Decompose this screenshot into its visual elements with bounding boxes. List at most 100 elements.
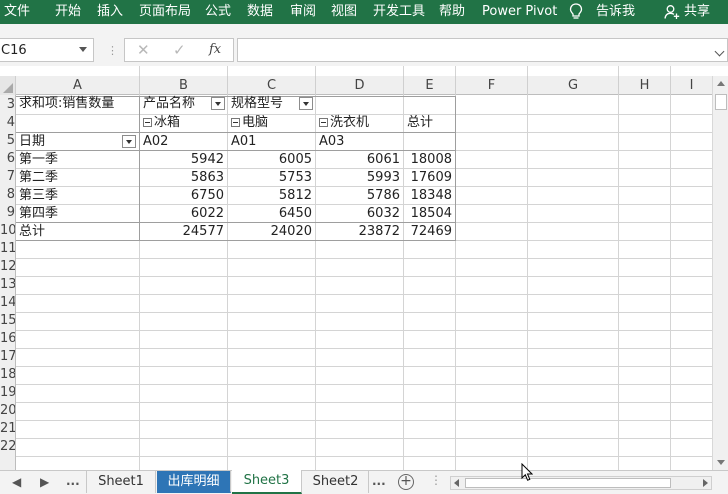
pivot-total-cell[interactable]: 17609 [404, 169, 455, 187]
pivot-grand-total-label[interactable]: 总计 [16, 223, 139, 241]
pivot-code-cell[interactable]: A02 [140, 133, 227, 151]
lightbulb-icon[interactable] [569, 3, 583, 21]
column-header-h[interactable]: H [619, 76, 671, 95]
pivot-grand-total-header[interactable]: 总计 [404, 114, 455, 150]
column-header-d[interactable]: D [316, 76, 404, 95]
pivot-value-field-label[interactable]: 求和项:销售数量 [16, 95, 139, 113]
vertical-scrollbar[interactable] [712, 76, 728, 470]
chevron-down-icon[interactable] [79, 47, 87, 52]
row-header[interactable]: 10 [0, 222, 15, 240]
check-icon[interactable]: ✓ [173, 41, 186, 59]
pivot-column-field-spec[interactable]: 规格型号 [228, 95, 298, 113]
tab-developer[interactable]: 开发工具 [373, 0, 425, 24]
tab-splitter-grip-icon[interactable]: ⋮ [430, 473, 442, 487]
row-header[interactable]: 9 [0, 204, 15, 222]
collapse-icon[interactable] [319, 118, 328, 127]
select-all-corner[interactable] [0, 76, 16, 95]
pivot-column-field-product[interactable]: 产品名称 [140, 95, 210, 113]
prev-sheet-icon[interactable]: ◀ [12, 475, 21, 489]
worksheet-grid[interactable]: A B C D E F G H I 3 4 5 6 7 8 9 10 11 12… [0, 66, 728, 470]
column-header-g[interactable]: G [528, 76, 619, 95]
row-header[interactable]: 14 [0, 294, 15, 312]
pivot-grand-total-cell[interactable]: 72469 [404, 223, 455, 241]
row-header[interactable]: 13 [0, 276, 15, 294]
row-header[interactable]: 21 [0, 420, 15, 438]
scroll-thumb[interactable] [715, 94, 727, 110]
pivot-grand-total-cell[interactable]: 24577 [140, 223, 227, 241]
tab-help[interactable]: 帮助 [439, 0, 465, 24]
row-header[interactable]: 18 [0, 366, 15, 384]
scroll-right-icon[interactable] [703, 479, 708, 487]
collapse-icon[interactable] [143, 118, 152, 127]
horizontal-scrollbar[interactable] [450, 476, 712, 490]
row-header[interactable]: 5 [0, 132, 15, 150]
column-header-c[interactable]: C [228, 76, 316, 95]
pivot-value-cell[interactable]: 6750 [140, 187, 227, 205]
tab-view[interactable]: 视图 [331, 0, 357, 24]
tab-formulas[interactable]: 公式 [205, 0, 231, 24]
filter-dropdown-icon[interactable] [122, 135, 136, 148]
row-header[interactable]: 12 [0, 258, 15, 276]
collapse-icon[interactable] [231, 118, 240, 127]
scroll-left-icon[interactable] [454, 479, 459, 487]
add-sheet-button[interactable]: + [398, 474, 414, 490]
row-header[interactable]: 17 [0, 348, 15, 366]
row-header[interactable]: 3 [0, 96, 15, 114]
tab-insert[interactable]: 插入 [97, 0, 123, 24]
pivot-row-field-date[interactable]: 日期 [16, 133, 121, 151]
column-header-a[interactable]: A [16, 76, 140, 95]
pivot-row-label[interactable]: 第二季 [16, 169, 139, 187]
cancel-icon[interactable]: ✕ [137, 41, 150, 59]
tab-data[interactable]: 数据 [247, 0, 273, 24]
pivot-total-cell[interactable]: 18008 [404, 151, 455, 169]
pivot-row-label[interactable]: 第四季 [16, 205, 139, 223]
scroll-down-icon[interactable] [717, 460, 725, 465]
pivot-product-header[interactable]: 洗衣机 [316, 114, 403, 132]
tab-page-layout[interactable]: 页面布局 [139, 0, 191, 24]
pivot-row-label[interactable]: 第一季 [16, 151, 139, 169]
formula-bar-grip-icon[interactable]: ⋮ [107, 44, 118, 57]
scroll-up-icon[interactable] [717, 81, 725, 86]
row-header[interactable]: 4 [0, 114, 15, 132]
row-header[interactable]: 7 [0, 168, 15, 186]
pivot-product-header[interactable]: 电脑 [228, 114, 315, 132]
sheet-tab-sheet3[interactable]: Sheet3 [232, 470, 302, 494]
tab-home[interactable]: 开始 [55, 0, 81, 24]
pivot-value-cell[interactable]: 5753 [228, 169, 315, 187]
pivot-value-cell[interactable]: 6032 [316, 205, 403, 223]
sheet-tab-outbound-detail[interactable]: 出库明细 [157, 471, 231, 493]
sheet-tab-sheet1[interactable]: Sheet1 [86, 471, 156, 493]
more-sheets-right[interactable]: ... [372, 474, 386, 488]
formula-input[interactable] [237, 38, 728, 62]
pivot-code-cell[interactable]: A01 [228, 133, 315, 151]
pivot-value-cell[interactable]: 5863 [140, 169, 227, 187]
pivot-total-cell[interactable]: 18504 [404, 205, 455, 223]
more-sheets-left[interactable]: ... [66, 474, 80, 488]
person-add-icon[interactable] [664, 4, 680, 20]
row-header[interactable]: 15 [0, 312, 15, 330]
pivot-product-header[interactable]: 冰箱 [140, 114, 227, 132]
pivot-value-cell[interactable]: 6061 [316, 151, 403, 169]
next-sheet-icon[interactable]: ▶ [40, 475, 49, 489]
pivot-value-cell[interactable]: 6005 [228, 151, 315, 169]
row-header[interactable]: 20 [0, 402, 15, 420]
pivot-value-cell[interactable]: 5786 [316, 187, 403, 205]
column-header-e[interactable]: E [404, 76, 456, 95]
pivot-grand-total-cell[interactable]: 23872 [316, 223, 403, 241]
pivot-value-cell[interactable]: 5942 [140, 151, 227, 169]
row-header[interactable]: 6 [0, 150, 15, 168]
filter-dropdown-icon[interactable] [299, 97, 313, 110]
insert-function-icon[interactable]: fx [209, 42, 221, 57]
row-header[interactable]: 22 [0, 438, 15, 456]
pivot-value-cell[interactable]: 6022 [140, 205, 227, 223]
tab-review[interactable]: 审阅 [290, 0, 316, 24]
row-header[interactable]: 19 [0, 384, 15, 402]
column-header-f[interactable]: F [456, 76, 528, 95]
expand-formula-bar-icon[interactable] [714, 46, 725, 57]
tab-file[interactable]: 文件 [4, 0, 30, 24]
pivot-value-cell[interactable]: 5812 [228, 187, 315, 205]
pivot-total-cell[interactable]: 18348 [404, 187, 455, 205]
sheet-tab-sheet2[interactable]: Sheet2 [303, 471, 369, 493]
pivot-code-cell[interactable]: A03 [316, 133, 403, 151]
pivot-value-cell[interactable]: 5993 [316, 169, 403, 187]
